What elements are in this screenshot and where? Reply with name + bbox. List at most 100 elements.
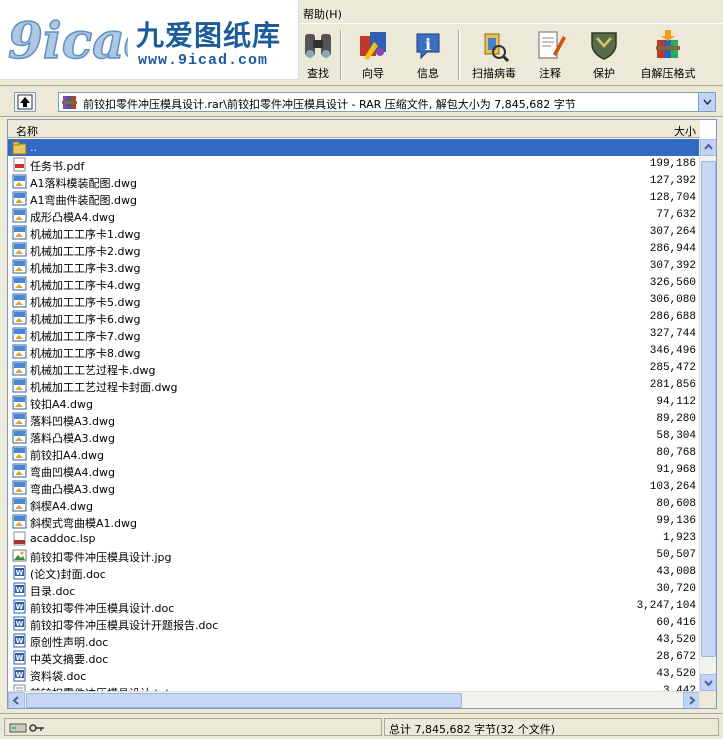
file-name: 斜楔A4.dwg [30, 500, 93, 513]
file-row[interactable]: 任务书.pdf 199,186 [8, 156, 700, 173]
file-row[interactable]: 机械加工工序卡5.dwg 306,080 [8, 292, 700, 309]
file-name: 机械加工工艺过程卡.dwg [30, 364, 156, 377]
path-combobox[interactable]: 前铰扣零件冲压模具设计.rar\前铰扣零件冲压模具设计 - RAR 压缩文件, … [58, 92, 716, 112]
file-name: 中英文摘要.doc [30, 653, 109, 666]
chevron-down-icon [704, 680, 713, 687]
find-button[interactable]: 查找 [298, 28, 338, 84]
file-name: 任务书.pdf [30, 160, 85, 173]
file-size: 327,744 [649, 328, 696, 340]
wizard-button[interactable]: 向导 [350, 28, 396, 84]
up-folder-button[interactable] [14, 92, 36, 112]
file-size: 94,112 [656, 396, 696, 408]
file-row[interactable]: acaddoc.lsp 1,923 [8, 530, 700, 547]
file-row[interactable]: 机械加工工艺过程卡.dwg 285,472 [8, 360, 700, 377]
file-row[interactable]: W 资料袋.doc 43,520 [8, 666, 700, 683]
dwg-icon [12, 429, 27, 444]
file-name: 前铰扣零件冲压模具设计开题报告.doc [30, 619, 219, 632]
protect-button[interactable]: 保护 [584, 28, 624, 84]
file-name: A1弯曲件装配图.dwg [30, 194, 137, 207]
scroll-right-button[interactable] [683, 692, 700, 708]
file-row[interactable]: 落料凹模A3.dwg 89,280 [8, 411, 700, 428]
scroll-down-button[interactable] [700, 674, 716, 691]
file-size: 286,944 [649, 243, 696, 255]
file-row[interactable]: 铰扣A4.dwg 94,112 [8, 394, 700, 411]
file-row[interactable]: 机械加工工序卡2.dwg 286,944 [8, 241, 700, 258]
file-row[interactable]: 机械加工工序卡7.dwg 327,744 [8, 326, 700, 343]
file-size: 286,688 [649, 311, 696, 323]
file-name: 铰扣A4.dwg [30, 398, 93, 411]
dwg-icon [12, 412, 27, 427]
logo-mark-text: 9icad [8, 11, 128, 70]
file-row[interactable]: 斜楔式弯曲模A1.dwg 99,136 [8, 513, 700, 530]
sfx-label: 自解压格式 [640, 67, 696, 80]
file-size: 326,560 [649, 277, 696, 289]
comment-icon [538, 31, 566, 59]
horizontal-scrollbar[interactable] [8, 691, 700, 708]
file-row[interactable]: 机械加工工序卡4.dwg 326,560 [8, 275, 700, 292]
file-name: 机械加工工序卡8.dwg [30, 347, 141, 360]
file-name: 机械加工工艺过程卡封面.dwg [30, 381, 178, 394]
file-name: 落料凹模A3.dwg [30, 415, 115, 428]
file-row[interactable]: 机械加工工序卡8.dwg 346,496 [8, 343, 700, 360]
file-rows: .. 任务书.pdf 199,186 A1落料模装配图.dwg 127,392 A1弯曲件… [8, 139, 700, 691]
scroll-left-button[interactable] [8, 692, 25, 708]
file-size: 80,768 [656, 447, 696, 459]
file-name: 弯曲凸模A3.dwg [30, 483, 115, 496]
file-row[interactable]: W 目录.doc 30,720 [8, 581, 700, 598]
file-name: 机械加工工序卡4.dwg [30, 279, 141, 292]
file-row[interactable]: 机械加工工序卡6.dwg 286,688 [8, 309, 700, 326]
file-row[interactable]: 弯曲凹模A4.dwg 91,968 [8, 462, 700, 479]
status-panel-left [4, 718, 382, 736]
scan-virus-button[interactable]: 扫描病毒 [466, 28, 522, 84]
dwg-icon [12, 395, 27, 410]
file-row[interactable]: 弯曲凸模A3.dwg 103,264 [8, 479, 700, 496]
file-name: 机械加工工序卡6.dwg [30, 313, 141, 326]
file-row[interactable]: W 中英文摘要.doc 28,672 [8, 649, 700, 666]
dwg-icon [12, 191, 27, 206]
shield-icon [591, 32, 617, 60]
svg-text:W: W [16, 586, 24, 594]
file-size: 127,392 [649, 175, 696, 187]
file-row[interactable]: 前铰扣A4.dwg 80,768 [8, 445, 700, 462]
file-name: (论文)封面.doc [30, 568, 106, 581]
file-row[interactable]: 斜楔A4.dwg 80,608 [8, 496, 700, 513]
svg-text:W: W [16, 569, 24, 577]
file-name: 弯曲凹模A4.dwg [30, 466, 115, 479]
parent-folder-row[interactable]: .. [8, 139, 700, 156]
file-row[interactable]: W 前铰扣零件冲压模具设计开题报告.doc 60,416 [8, 615, 700, 632]
file-row[interactable]: A1落料模装配图.dwg 127,392 [8, 173, 700, 190]
column-header-name[interactable]: 名称 [16, 123, 38, 139]
file-row[interactable]: 机械加工工序卡3.dwg 307,392 [8, 258, 700, 275]
status-panel-right: 总计 7,845,682 字节(32 个文件) [384, 718, 719, 736]
txt-icon [13, 684, 26, 691]
info-button[interactable]: i 信息 [406, 28, 450, 84]
hscroll-thumb[interactable] [26, 693, 462, 708]
file-row[interactable]: A1弯曲件装配图.dwg 128,704 [8, 190, 700, 207]
file-row[interactable]: 前铰扣零件冲压模具设计.jpg 50,507 [8, 547, 700, 564]
file-size: 77,632 [656, 209, 696, 221]
dwg-icon [12, 344, 27, 359]
scroll-up-button[interactable] [700, 139, 716, 156]
file-row[interactable]: W 前铰扣零件冲压模具设计.doc 3,247,104 [8, 598, 700, 615]
file-row[interactable]: 前铰扣零件冲压模具设计.txt3,442 [8, 683, 700, 691]
dwg-icon [12, 259, 27, 274]
file-row[interactable]: 落料凸模A3.dwg 58,304 [8, 428, 700, 445]
file-row[interactable]: 机械加工工艺过程卡封面.dwg 281,856 [8, 377, 700, 394]
comment-button[interactable]: 注释 [530, 28, 570, 84]
dwg-icon [12, 497, 27, 512]
file-size: 1,923 [662, 532, 696, 544]
dwg-icon [12, 327, 27, 342]
vertical-scrollbar[interactable] [699, 139, 716, 691]
scan-virus-label: 扫描病毒 [472, 67, 516, 80]
file-row[interactable]: W 原创性声明.doc 43,520 [8, 632, 700, 649]
path-dropdown-button[interactable] [698, 93, 715, 111]
column-header-size[interactable]: 大小 [674, 123, 696, 139]
dwg-icon [12, 225, 27, 240]
menu-help[interactable]: 帮助(H) [303, 6, 342, 22]
file-row[interactable]: 机械加工工序卡1.dwg 307,264 [8, 224, 700, 241]
doc-icon: W [13, 616, 26, 631]
file-row[interactable]: 成形凸模A4.dwg 77,632 [8, 207, 700, 224]
file-row[interactable]: W (论文)封面.doc 43,008 [8, 564, 700, 581]
sfx-button[interactable]: 自解压格式 [636, 28, 700, 84]
scroll-thumb[interactable] [701, 161, 716, 657]
